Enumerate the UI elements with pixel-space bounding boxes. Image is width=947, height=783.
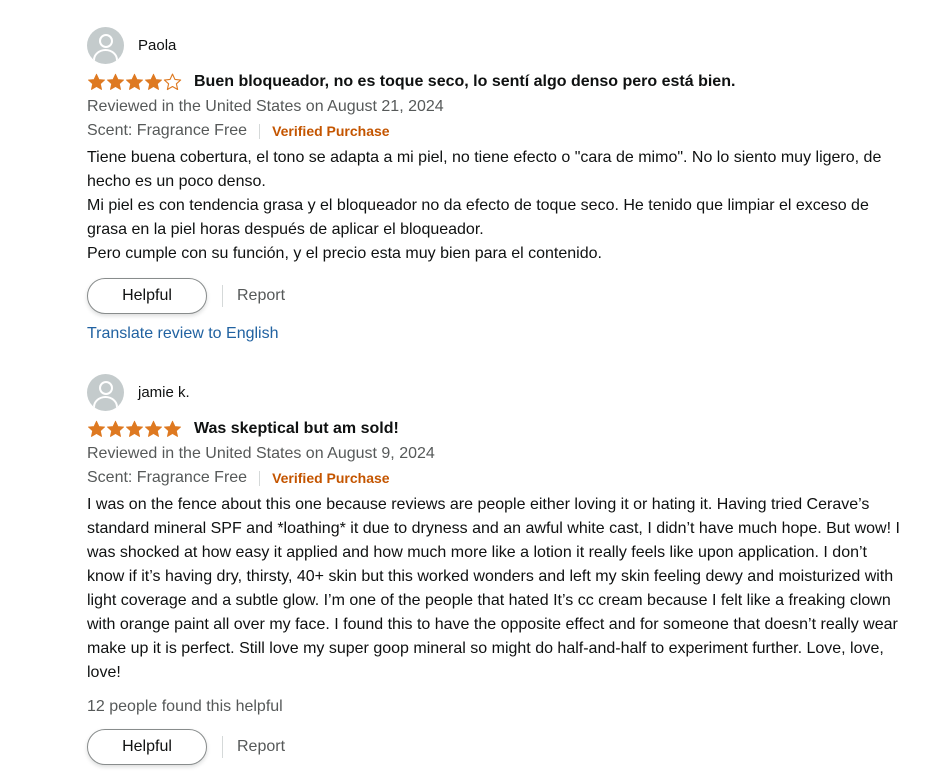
star-empty-icon	[163, 73, 182, 91]
review-body: Tiene buena cobertura, el tono se adapta…	[87, 146, 907, 266]
review-title[interactable]: Buen bloqueador, no es toque seco, lo se…	[194, 73, 735, 91]
verified-purchase-badge[interactable]: Verified Purchase	[272, 119, 390, 143]
divider	[222, 285, 223, 307]
review-actions: Helpful Report	[87, 729, 907, 765]
report-link[interactable]: Report	[237, 287, 285, 305]
reviewer-name: jamie k.	[138, 383, 190, 401]
reviewer-name: Paola	[138, 36, 177, 54]
star-rating[interactable]	[87, 420, 182, 438]
review-actions: Helpful Report	[87, 278, 907, 314]
star-filled-icon	[144, 73, 163, 90]
star-filled-icon	[125, 420, 144, 437]
reviewer-profile[interactable]: jamie k.	[87, 373, 907, 411]
review-card: jamie k. Was skeptical but am sold! Revi…	[87, 373, 907, 765]
review-body: I was on the fence about this one becaus…	[87, 493, 907, 685]
reviews-page: Paola Buen bloqueador, no es toque seco,…	[0, 0, 947, 783]
divider	[259, 470, 261, 486]
translate-review-link[interactable]: Translate review to English	[87, 325, 279, 343]
review-title[interactable]: Was skeptical but am sold!	[194, 420, 399, 438]
review-paragraph: Mi piel es con tendencia grasa y el bloq…	[87, 197, 869, 238]
review-title-row: Buen bloqueador, no es toque seco, lo se…	[87, 69, 907, 95]
star-filled-icon	[87, 420, 106, 437]
star-rating[interactable]	[87, 73, 182, 91]
avatar-icon	[87, 26, 124, 64]
review-title-row: Was skeptical but am sold!	[87, 416, 907, 442]
product-format[interactable]: Scent: Fragrance Free	[87, 466, 247, 490]
verified-purchase-badge[interactable]: Verified Purchase	[272, 466, 390, 490]
avatar-icon	[87, 373, 124, 411]
product-format[interactable]: Scent: Fragrance Free	[87, 119, 247, 143]
star-filled-icon	[163, 420, 182, 437]
reviewer-profile[interactable]: Paola	[87, 26, 907, 64]
star-filled-icon	[106, 420, 125, 437]
review-paragraph: Pero cumple con su función, y el precio …	[87, 245, 602, 262]
star-filled-icon	[144, 420, 163, 437]
review-card: Paola Buen bloqueador, no es toque seco,…	[87, 26, 907, 343]
star-filled-icon	[106, 73, 125, 90]
review-paragraph: Tiene buena cobertura, el tono se adapta…	[87, 149, 882, 190]
divider	[222, 736, 223, 758]
review-date: Reviewed in the United States on August …	[87, 98, 444, 115]
star-filled-icon	[87, 73, 106, 90]
review-date: Reviewed in the United States on August …	[87, 445, 435, 462]
helpful-button[interactable]: Helpful	[87, 729, 207, 765]
divider	[259, 123, 261, 139]
report-link[interactable]: Report	[237, 738, 285, 756]
helpful-count: 12 people found this helpful	[87, 698, 283, 715]
helpful-button[interactable]: Helpful	[87, 278, 207, 314]
review-format-row: Scent: Fragrance Free Verified Purchase	[87, 119, 907, 143]
review-format-row: Scent: Fragrance Free Verified Purchase	[87, 466, 907, 490]
star-filled-icon	[125, 73, 144, 90]
review-paragraph: I was on the fence about this one becaus…	[87, 496, 900, 681]
